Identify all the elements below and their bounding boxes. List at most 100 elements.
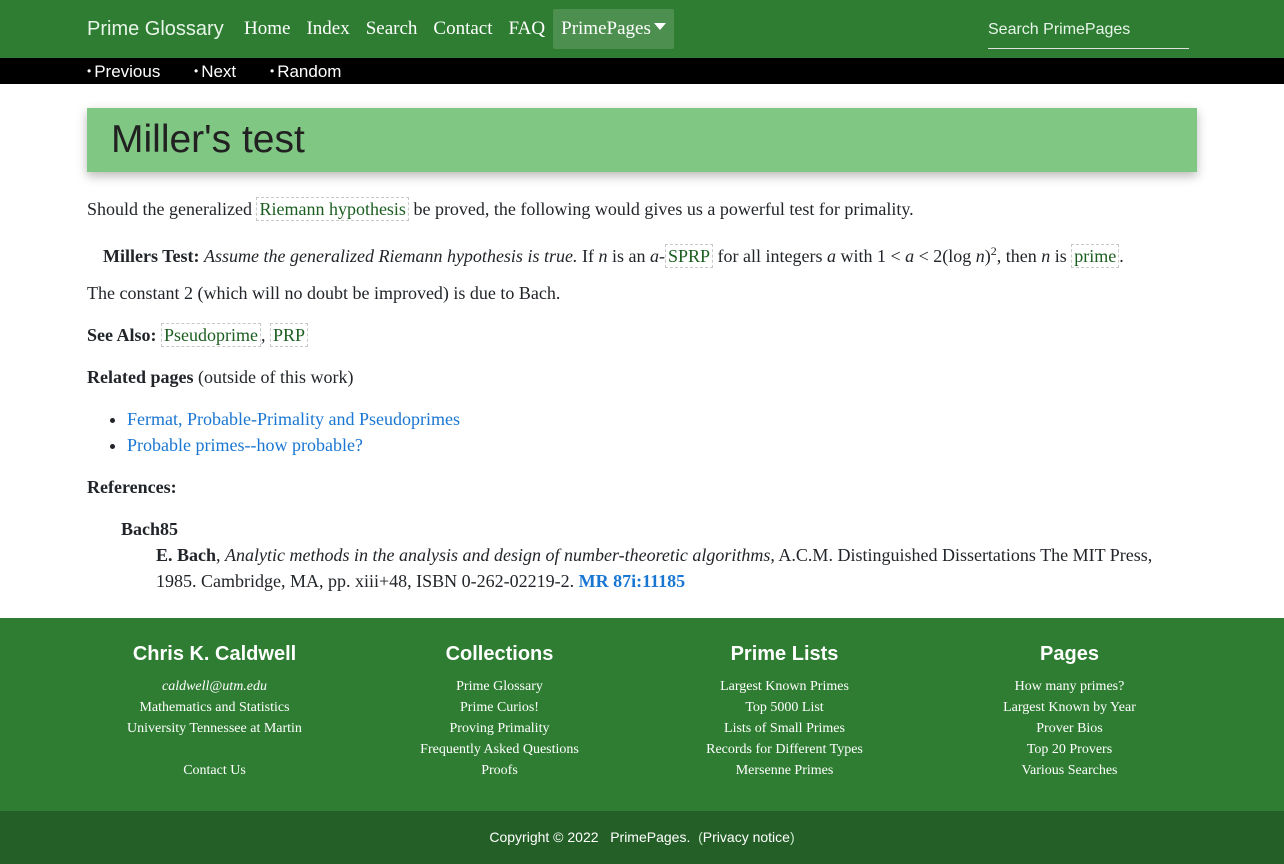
test-text: for all integers bbox=[713, 246, 827, 266]
footer-link-largest-by-year[interactable]: Largest Known by Year bbox=[927, 697, 1212, 718]
footer-link-records[interactable]: Records for Different Types bbox=[642, 739, 927, 760]
prp-link[interactable]: PRP bbox=[270, 323, 309, 347]
footer-link-largest-known[interactable]: Largest Known Primes bbox=[642, 676, 927, 697]
reference-author: E. Bach bbox=[156, 545, 217, 565]
references-heading: References: bbox=[87, 474, 177, 500]
reference-comma: , bbox=[216, 545, 226, 565]
page-title: Miller's test bbox=[111, 118, 305, 161]
footer-column-pages: Pages How many primes? Largest Known by … bbox=[927, 640, 1212, 781]
privacy-notice-link[interactable]: Privacy notice bbox=[703, 829, 790, 845]
footer-column-title: Pages bbox=[1040, 643, 1099, 665]
caret-down-icon bbox=[653, 23, 666, 30]
see-also-label: See Also: bbox=[87, 325, 157, 345]
test-text: is an bbox=[607, 246, 650, 266]
random-label: Random bbox=[277, 62, 342, 81]
footer-column-collections: Collections Prime Glossary Prime Curios!… bbox=[357, 640, 642, 781]
var-a: a bbox=[826, 246, 836, 266]
copyright-dot: . bbox=[686, 829, 691, 845]
test-label: Millers Test: bbox=[103, 246, 200, 266]
department-text: Mathematics and Statistics bbox=[139, 700, 290, 715]
footer-spacer bbox=[72, 739, 357, 760]
bullet-icon: • bbox=[194, 64, 199, 78]
see-also: See Also: Pseudoprime, PRP bbox=[87, 322, 309, 348]
footer-link-prover-bios[interactable]: Prover Bios bbox=[927, 718, 1212, 739]
intro-paragraph: Should the generalized Riemann hypothesi… bbox=[87, 196, 914, 222]
footer-link-mersenne[interactable]: Mersenne Primes bbox=[642, 760, 927, 781]
test-text: with 1 < bbox=[835, 246, 906, 266]
footer-link-top-5000[interactable]: Top 5000 List bbox=[642, 697, 927, 718]
var-a: a bbox=[649, 246, 659, 266]
footer-link-how-many-primes[interactable]: How many primes? bbox=[927, 676, 1212, 697]
fermat-probable-primality-link[interactable]: Fermat, Probable-Primality and Pseudopri… bbox=[127, 409, 460, 429]
footer-link-proving-primality[interactable]: Proving Primality bbox=[357, 718, 642, 739]
university-text: University Tennessee at Martin bbox=[127, 721, 302, 736]
previous-label: Previous bbox=[94, 62, 161, 81]
footer-column-prime-lists: Prime Lists Largest Known Primes Top 500… bbox=[642, 640, 927, 781]
footer-column-title: Chris K. Caldwell bbox=[132, 643, 297, 665]
var-a: a bbox=[905, 246, 915, 266]
constant-note: The constant 2 (which will no doubt be i… bbox=[87, 283, 561, 303]
test-text: , then bbox=[996, 246, 1042, 266]
random-link[interactable]: • Random bbox=[270, 58, 341, 84]
probable-primes-link[interactable]: Probable primes--how probable? bbox=[127, 435, 363, 455]
test-text: If bbox=[577, 246, 599, 266]
related-pages-heading: Related pages (outside of this work) bbox=[87, 364, 353, 390]
test-text: < 2(log bbox=[914, 246, 976, 266]
contact-us-link[interactable]: Contact Us bbox=[72, 760, 357, 781]
copyright-text: Copyright © 2022 bbox=[489, 829, 599, 845]
footer-link-small-primes[interactable]: Lists of Small Primes bbox=[642, 718, 927, 739]
bullet-icon: • bbox=[270, 64, 275, 78]
prime-link[interactable]: prime bbox=[1071, 244, 1120, 268]
related-links-list: Fermat, Probable-Primality and Pseudopri… bbox=[109, 406, 460, 458]
previous-link[interactable]: • Previous bbox=[87, 58, 160, 84]
top-navbar: Prime Glossary Home Index Search Contact… bbox=[0, 0, 1284, 58]
paren-close: ) bbox=[789, 829, 795, 845]
list-item: Probable primes--how probable? bbox=[127, 432, 460, 458]
related-label: Related pages bbox=[87, 367, 194, 387]
bullet-icon: • bbox=[87, 64, 92, 78]
nav-index[interactable]: Index bbox=[298, 9, 357, 49]
riemann-hypothesis-link[interactable]: Riemann hypothesis bbox=[256, 197, 409, 221]
footer-link-faq[interactable]: Frequently Asked Questions bbox=[357, 739, 642, 760]
nav-home[interactable]: Home bbox=[236, 9, 298, 49]
footer-link-top-20-provers[interactable]: Top 20 Provers bbox=[927, 739, 1212, 760]
dropdown-label: PrimePages bbox=[561, 18, 651, 39]
next-label: Next bbox=[201, 62, 237, 81]
related-suffix: (outside of this work) bbox=[193, 367, 354, 387]
nav-search[interactable]: Search bbox=[358, 9, 426, 49]
intro-text-after: be proved, the following would gives us … bbox=[408, 199, 914, 219]
var-n: n bbox=[1041, 246, 1051, 266]
search-input[interactable] bbox=[988, 11, 1189, 49]
footer-link-prime-glossary[interactable]: Prime Glossary bbox=[357, 676, 642, 697]
footer-link-proofs[interactable]: Proofs bbox=[357, 760, 642, 781]
nav-contact[interactable]: Contact bbox=[425, 9, 500, 49]
var-n: n bbox=[975, 246, 985, 266]
references-label: References: bbox=[87, 477, 177, 497]
reference-title: Analytic methods in the analysis and des… bbox=[225, 545, 771, 565]
footer: Chris K. Caldwell caldwell@utm.edu Mathe… bbox=[0, 618, 1284, 811]
next-link[interactable]: • Next bbox=[194, 58, 236, 84]
see-also-separator: , bbox=[261, 325, 270, 345]
pseudoprime-link[interactable]: Pseudoprime bbox=[161, 323, 261, 347]
title-panel: Miller's test bbox=[87, 108, 1197, 172]
millers-test-statement: Millers Test: Assume the generalized Rie… bbox=[103, 238, 1124, 269]
test-assumption: Assume the generalized Riemann hypothesi… bbox=[204, 246, 578, 266]
reference-entry: E. Bach, Analytic methods in the analysi… bbox=[156, 542, 1186, 594]
footer-column-title: Prime Lists bbox=[730, 643, 839, 665]
footer-column-title: Collections bbox=[445, 643, 554, 665]
brand-link[interactable]: Prime Glossary bbox=[87, 0, 224, 58]
copyright-bar: Copyright © 2022 PrimePages. (Privacy no… bbox=[0, 811, 1284, 864]
intro-text-before: Should the generalized bbox=[87, 199, 257, 219]
footer-column-author: Chris K. Caldwell caldwell@utm.edu Mathe… bbox=[72, 640, 357, 781]
sprp-link[interactable]: SPRP bbox=[664, 244, 713, 268]
reference-key: Bach85 bbox=[121, 519, 179, 539]
nav-links: Home Index Search Contact FAQ PrimePages bbox=[236, 9, 674, 49]
nav-faq[interactable]: FAQ bbox=[501, 9, 554, 49]
sub-navbar: • Previous • Next • Random bbox=[0, 58, 1284, 84]
primepages-link[interactable]: PrimePages bbox=[610, 829, 686, 845]
email-link[interactable]: caldwell@utm.edu bbox=[72, 676, 357, 697]
nav-primepages-dropdown[interactable]: PrimePages bbox=[553, 9, 674, 49]
footer-link-prime-curios[interactable]: Prime Curios! bbox=[357, 697, 642, 718]
footer-link-various-searches[interactable]: Various Searches bbox=[927, 760, 1212, 781]
mr-review-link[interactable]: MR 87i:11185 bbox=[579, 571, 686, 591]
